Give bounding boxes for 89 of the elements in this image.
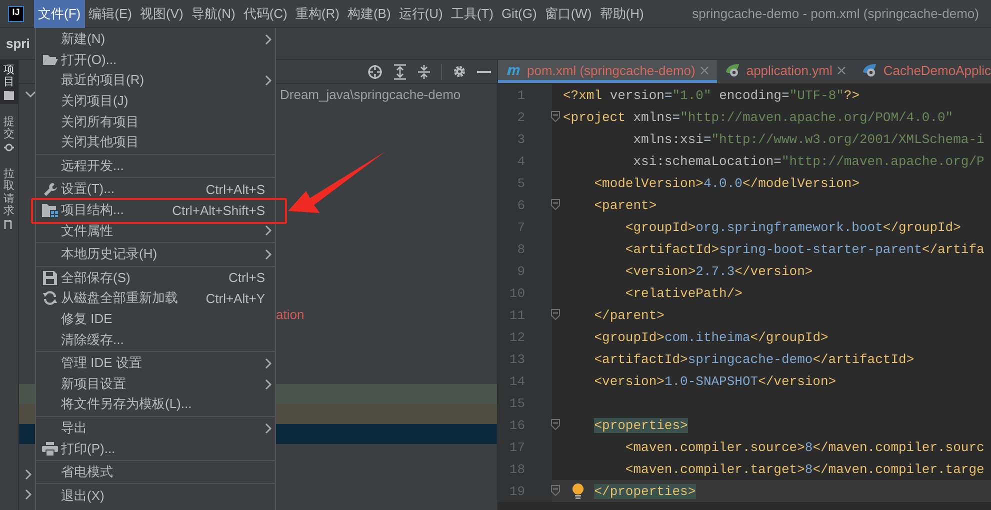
menu-bar-item[interactable]: 工具(T)	[446, 0, 498, 28]
code-line: <artifactId>spring-boot-starter-parent</artifa	[624, 242, 984, 256]
tool-window-tab[interactable]: 项目	[0, 60, 18, 104]
code-line: <?xml version="1.0" encoding="UTF-8"?>	[563, 88, 860, 102]
maven-file-icon	[506, 64, 522, 76]
lightbulb-icon[interactable]	[572, 483, 584, 499]
menu-item[interactable]: 从磁盘全部重新加载 Ctrl+Alt+Y	[36, 288, 275, 309]
reload-icon	[43, 291, 57, 306]
menu-bar-item[interactable]: Git(G)	[497, 0, 541, 28]
code-line: <relativePath/>	[624, 286, 742, 300]
menu-item[interactable]: 远程开发...	[36, 156, 275, 176]
menu-item[interactable]: 文件属性	[36, 220, 275, 241]
code-line: </parent>	[593, 308, 664, 322]
spring-gear-icon	[725, 63, 742, 77]
menu-bar-item[interactable]: 重构(R)	[291, 0, 344, 28]
commit-icon	[4, 143, 14, 152]
menu-bar-item[interactable]: 运行(U)	[394, 0, 447, 28]
menu-bar-item[interactable]: 构建(B)	[343, 0, 395, 28]
fold-marker-icon[interactable]	[551, 419, 560, 430]
expand-chevron-icon[interactable]	[25, 90, 36, 98]
menu-bar-item[interactable]: 导航(N)	[187, 0, 240, 28]
window-title: springcache-demo - pom.xml (springcache-demo)	[692, 6, 979, 21]
settings-icon[interactable]	[452, 64, 467, 79]
menu-item[interactable]: 打开(O)...	[36, 50, 275, 70]
menu-item[interactable]: 关闭所有项目	[36, 111, 275, 132]
code-line: <modelVersion>4.0.0</modelVersion>	[593, 176, 860, 190]
folder-icon	[42, 53, 58, 66]
fold-marker-icon[interactable]	[551, 111, 560, 122]
menu-item[interactable]: 关闭项目(J)	[36, 90, 275, 112]
tool-window-tab[interactable]: 提交	[0, 112, 18, 156]
editor-tab[interactable]: CacheDemoApplic	[854, 60, 991, 83]
collapse-all-icon[interactable]	[417, 64, 431, 80]
menu-item[interactable]: 本地历史记录(H)	[36, 244, 275, 265]
menu-bar-item[interactable]: 编辑(E)	[84, 0, 136, 28]
code-line: <parent>	[593, 198, 657, 212]
menu-bar-item[interactable]: 代码(C)	[239, 0, 292, 28]
app-logo[interactable]: IJ	[8, 6, 24, 22]
fold-marker-icon[interactable]	[551, 485, 560, 496]
menu-item[interactable]: 新项目设置	[36, 374, 275, 394]
menu-item[interactable]: 管理 IDE 设置	[36, 352, 275, 374]
folder-grid-icon	[42, 203, 58, 218]
menu-bar-item[interactable]: 文件(F)	[34, 0, 85, 28]
menu-bar-item[interactable]: 帮助(H)	[596, 0, 648, 28]
wrench-icon	[42, 182, 58, 197]
printer-icon	[42, 442, 58, 456]
menu-item[interactable]: 全部保存(S) Ctrl+S	[36, 268, 275, 288]
save-icon	[43, 270, 57, 285]
fold-marker-icon[interactable]	[551, 309, 560, 320]
code-line: xmlns:xsi="http://www.w3.org/2001/XMLSchema-i	[632, 132, 984, 146]
code-line: <properties>	[593, 418, 688, 432]
spring-gear-icon	[862, 63, 878, 77]
menu-item[interactable]: 打印(P)...	[36, 438, 275, 459]
code-line: </properties>	[593, 484, 696, 498]
menu-item[interactable]: 关闭其他项目	[36, 132, 275, 153]
menu-item[interactable]: 退出(X)	[36, 485, 275, 506]
minimize-icon[interactable]	[477, 70, 491, 74]
project-path: Dream_java\springcache-demo	[280, 86, 461, 102]
code-line: <groupId>com.itheima</groupId>	[593, 330, 828, 344]
menu-item[interactable]: 修复 IDE	[36, 308, 275, 330]
menu-item[interactable]: 项目结构... Ctrl+Alt+Shift+S	[36, 200, 275, 220]
editor-tab[interactable]: application.yml	[717, 60, 854, 83]
collapse-chevron-icon[interactable]	[25, 468, 32, 480]
code-line: <groupId>org.springframework.boot</groupId>	[624, 220, 961, 234]
code-line: <maven.compiler.source>8</maven.compiler.sourc	[624, 440, 984, 454]
menu-item[interactable]: 将文件另存为模板(L)...	[36, 394, 275, 415]
folder-icon	[4, 91, 14, 100]
code-line: xsi:schemaLocation="http://maven.apache.org/P	[632, 154, 984, 168]
breadcrumb[interactable]: spri	[6, 36, 30, 51]
menu-item[interactable]: 导出	[36, 418, 275, 438]
code-line: <version>2.7.3</version>	[624, 264, 813, 278]
locate-icon[interactable]	[367, 64, 383, 80]
close-icon[interactable]	[837, 66, 846, 74]
menu-bar-item[interactable]: 视图(V)	[136, 0, 188, 28]
expand-all-icon[interactable]	[393, 64, 407, 80]
code-line: <project xmlns="http://maven.apache.org/POM/4.0.0"	[563, 110, 954, 124]
menu-item[interactable]: 清除缓存...	[36, 329, 275, 350]
menu-item[interactable]: 设置(T)... Ctrl+Alt+S	[36, 179, 275, 200]
menu-item[interactable]: 新建(N)	[36, 29, 275, 50]
code-line: <maven.compiler.target>8</maven.compiler.targe	[624, 462, 984, 476]
tool-window-tab[interactable]: 拉取请求	[0, 164, 18, 233]
menu-bar-item[interactable]: 窗口(W)	[540, 0, 596, 28]
pull-request-icon	[4, 220, 14, 229]
menu-item[interactable]: 省电模式	[36, 462, 275, 482]
menu-item[interactable]: 最近的项目(R)	[36, 70, 275, 91]
collapse-chevron-icon[interactable]	[25, 488, 32, 500]
fold-marker-icon[interactable]	[551, 199, 560, 210]
tree-label: ation	[276, 306, 304, 322]
code-line: <artifactId>springcache-demo</artifactId>	[593, 352, 914, 366]
code-line: <version>1.0-SNAPSHOT</version>	[593, 374, 836, 388]
